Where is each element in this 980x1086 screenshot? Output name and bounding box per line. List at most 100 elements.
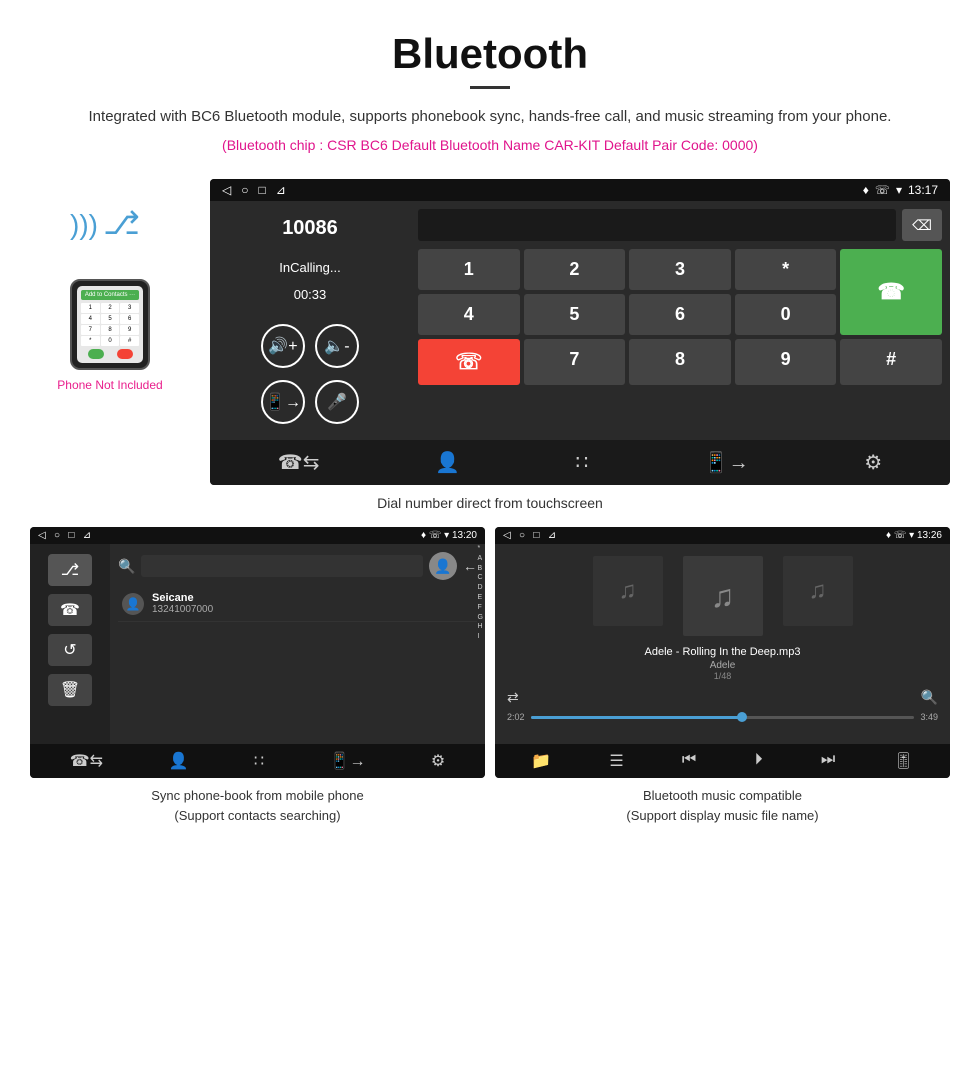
phone-key-4: 4 — [81, 314, 100, 324]
pb-nav-icons: ◁ ○ □ ⊿ — [38, 530, 91, 541]
calls-icon[interactable]: ☎⇆ — [278, 450, 320, 475]
bluetooth-symbol-icon: ⎇ — [103, 204, 140, 242]
phone-dialpad: 1 2 3 4 5 6 7 8 9 * 0 # — [81, 303, 139, 346]
pb-dialpad-icon[interactable]: ∷ — [254, 751, 264, 771]
call-red-btn[interactable]: ☏ — [418, 339, 520, 385]
backspace-btn[interactable]: ⌫ — [902, 209, 942, 241]
call-btn-row-2: 📱→ 🎤 — [230, 380, 390, 424]
contacts-icon[interactable]: 👤 — [435, 450, 460, 475]
phonebook-screenshot-item: ◁ ○ □ ⊿ ♦ ☏ ▾ 13:20 ⎇ ☎ ↺ 🗑 — [30, 527, 485, 825]
avatar-icon: 👤 — [434, 558, 451, 575]
pb-sync-btn[interactable]: ↺ — [48, 634, 92, 666]
key-8[interactable]: 8 — [629, 339, 731, 385]
phone-key-8: 8 — [101, 325, 120, 335]
pb-sidebar: ⎇ ☎ ↺ 🗑 — [30, 544, 110, 744]
phone-mock: Add to Contacts ··· 1 2 3 4 5 6 7 8 9 * … — [70, 279, 150, 370]
music-prev-icon[interactable]: ⏮ — [682, 751, 696, 771]
pb-search-bar[interactable] — [141, 555, 423, 577]
music-play-icon[interactable]: ⏵ — [755, 751, 763, 771]
dial-number: 10086 — [230, 217, 390, 240]
volume-down-btn[interactable]: 🔈- — [315, 324, 359, 368]
dialpad-icon[interactable]: ∷ — [575, 450, 588, 475]
music-bottom-bar: 📁 ☰ ⏮ ⏵ ⏭ 🎚 — [495, 744, 950, 778]
progress-dot — [737, 712, 747, 722]
phonebook-caption-line2: (Support contacts searching) — [174, 808, 340, 823]
phone-sidebar-icon: ☎ — [60, 600, 80, 620]
key-7[interactable]: 7 — [524, 339, 626, 385]
key-5[interactable]: 5 — [524, 294, 626, 335]
back-icon[interactable]: ← — [463, 558, 477, 574]
phone-bottom-bar — [81, 349, 139, 359]
pb-bluetooth-icon[interactable]: ⎇ — [48, 554, 92, 586]
transfer-btn[interactable]: 📱→ — [261, 380, 305, 424]
pb-contact-item[interactable]: 👤 Seicane 13241007000 — [118, 586, 477, 622]
music-status-bar: ◁ ○ □ ⊿ ♦ ☏ ▾ 13:26 — [495, 527, 950, 544]
music-caption-line2: (Support display music file name) — [626, 808, 818, 823]
wifi-icon: ▾ — [896, 183, 902, 197]
pb-transfer-icon[interactable]: 📱→ — [330, 751, 366, 771]
bluetooth-icon: ⎇ — [61, 560, 79, 580]
volume-up-icon: 🔊+ — [268, 336, 297, 356]
key-4[interactable]: 4 — [418, 294, 520, 335]
pb-contacts-icon[interactable]: 👤 — [169, 751, 189, 771]
key-0[interactable]: 0 — [735, 294, 837, 335]
phone-key-1: 1 — [81, 303, 100, 313]
phone-key-5: 5 — [101, 314, 120, 324]
car-screen-main: ◁ ○ □ ⊿ ♦ ☏ ▾ 13:17 10086 InCalling... 0… — [210, 179, 950, 485]
pb-calls-icon[interactable]: ☎⇆ — [70, 751, 103, 771]
key-6[interactable]: 6 — [629, 294, 731, 335]
page-header: Bluetooth Integrated with BC6 Bluetooth … — [0, 0, 980, 179]
pb-settings-icon[interactable]: ⚙ — [431, 751, 445, 771]
trash-icon: 🗑 — [60, 680, 80, 700]
phone-screen-top: Add to Contacts ··· — [81, 290, 139, 300]
key-hash[interactable]: # — [840, 339, 942, 385]
music-time-total: 3:49 — [920, 712, 938, 722]
call-red-icon: ☏ — [455, 349, 483, 375]
backspace-icon: ⌫ — [912, 217, 932, 234]
transfer-icon: 📱→ — [265, 392, 301, 412]
key-1[interactable]: 1 — [418, 249, 520, 290]
pb-main: 🔍 👤 ← 👤 Seicane 13241007000 — [110, 544, 485, 744]
music-eq-icon[interactable]: 🎚 — [894, 751, 914, 771]
in-calling-text: InCalling... — [230, 260, 390, 275]
music-time-current: 2:02 — [507, 712, 525, 722]
music-controls-row: ⇄ 🔍 — [507, 689, 938, 706]
music-status-right: ♦ ☏ ▾ 13:26 — [886, 530, 942, 541]
key-2[interactable]: 2 — [524, 249, 626, 290]
key-9[interactable]: 9 — [735, 339, 837, 385]
settings-icon[interactable]: ⚙ — [864, 450, 882, 475]
shuffle-icon[interactable]: ⇄ — [507, 689, 519, 706]
music-info: Adele - Rolling In the Deep.mp3 Adele 1/… — [507, 646, 938, 681]
bt-waves-icon: ))) — [70, 209, 98, 241]
pb-phone-btn[interactable]: ☎ — [48, 594, 92, 626]
nav-icons: ◁ ○ □ ⊿ — [222, 183, 286, 197]
call-green-btn[interactable]: ☎ — [840, 249, 942, 335]
description-text: Integrated with BC6 Bluetooth module, su… — [40, 105, 940, 129]
progress-track[interactable] — [531, 716, 915, 719]
phone-key-3: 3 — [120, 303, 139, 313]
car-bottom-bar: ☎⇆ 👤 ∷ 📱→ ⚙ — [210, 440, 950, 485]
key-star[interactable]: * — [735, 249, 837, 290]
page-title: Bluetooth — [40, 30, 940, 78]
specs-line: (Bluetooth chip : CSR BC6 Default Blueto… — [40, 137, 940, 153]
pb-body: ⎇ ☎ ↺ 🗑 🔍 — [30, 544, 485, 744]
volume-up-btn[interactable]: 🔊+ — [261, 324, 305, 368]
key-3[interactable]: 3 — [629, 249, 731, 290]
music-next-icon[interactable]: ⏭ — [821, 751, 835, 771]
pb-contact-info: Seicane 13241007000 — [152, 592, 213, 615]
mute-btn[interactable]: 🎤 — [315, 380, 359, 424]
pb-delete-btn[interactable]: 🗑 — [48, 674, 92, 706]
dial-left-panel: 10086 InCalling... 00:33 🔊+ 🔈- 📱→ — [210, 201, 410, 440]
music-list-icon[interactable]: ☰ — [609, 751, 623, 771]
phone-key-7: 7 — [81, 325, 100, 335]
album-art-right: ♫ — [783, 556, 853, 626]
transfer-bottom-icon[interactable]: 📱→ — [704, 450, 749, 475]
dial-right-panel: ⌫ 1 2 3 * ☎ 4 5 6 0 ☏ — [410, 201, 950, 440]
call-green-icon: ☎ — [877, 279, 904, 305]
music-screenshot-item: ◁ ○ □ ⊿ ♦ ☏ ▾ 13:26 ♫ ♫ ♫ Adele — [495, 527, 950, 825]
dial-input-field[interactable] — [418, 209, 896, 241]
location-icon: ♦ — [863, 183, 869, 197]
music-folder-icon[interactable]: 📁 — [531, 751, 551, 771]
sync-icon: ↺ — [63, 640, 76, 660]
music-search-icon[interactable]: 🔍 — [921, 689, 938, 706]
